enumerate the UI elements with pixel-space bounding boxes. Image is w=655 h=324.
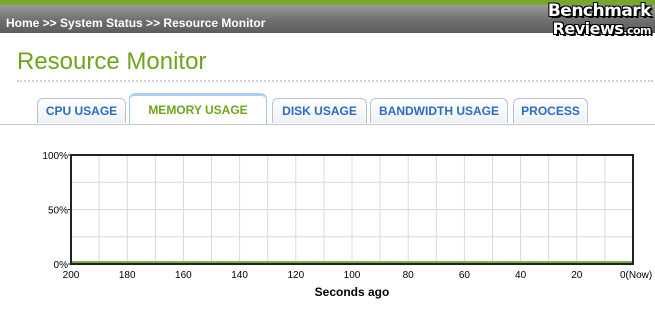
tab-cpu-usage[interactable]: CPU USAGE (37, 98, 126, 123)
x-tick-label: 60 (459, 270, 471, 281)
logo-text-line1: Benchmark (547, 1, 652, 21)
x-tick-label: 120 (287, 270, 304, 281)
tab-bar-underline (0, 124, 655, 125)
y-tick-label: 100% (42, 151, 68, 162)
x-tick-label: 180 (119, 270, 136, 281)
x-tick-label: 160 (175, 270, 192, 281)
tab-process[interactable]: PROCESS (513, 98, 588, 123)
tab-bandwidth-usage[interactable]: BANDWIDTH USAGE (370, 98, 508, 123)
tab-disk-usage[interactable]: DISK USAGE (272, 98, 367, 123)
header-bar: Home >> System Status >> Resource Monito… (0, 0, 655, 38)
x-tick-label: 0(Now) (620, 270, 652, 281)
logo-text-line2: Reviews.com (543, 19, 652, 39)
x-tick-label: 20 (571, 270, 583, 281)
x-tick-label: 40 (515, 270, 527, 281)
tab-bar: CPU USAGE MEMORY USAGE DISK USAGE BANDWI… (0, 93, 655, 125)
breadcrumb: Home >> System Status >> Resource Monito… (6, 16, 266, 30)
y-tick-label: 50% (48, 206, 68, 217)
x-axis-label: Seconds ago (314, 285, 390, 299)
logo-text-suffix: .com (623, 24, 651, 37)
title-divider (17, 80, 653, 82)
x-tick-label: 100 (344, 270, 361, 281)
logo-text-main: Reviews (552, 19, 624, 38)
x-tick-label: 200 (63, 270, 80, 281)
x-tick-label: 80 (403, 270, 415, 281)
tab-memory-usage[interactable]: MEMORY USAGE (129, 93, 267, 125)
x-tick-label: 140 (231, 270, 248, 281)
page-title: Resource Monitor (17, 48, 207, 75)
site-logo[interactable]: Benchmark Reviews.com (543, 1, 652, 41)
memory-usage-chart: 100%50%0%200 180 160 140 120 100 80 60 40 20 0(Now… (42, 151, 652, 281)
